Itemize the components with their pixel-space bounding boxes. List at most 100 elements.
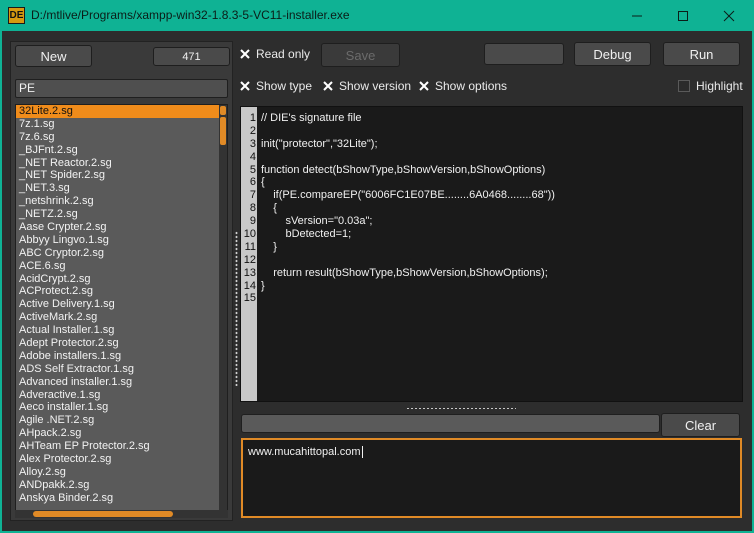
result-field <box>241 414 660 433</box>
list-item[interactable]: ABC Cryptor.2.sg <box>16 247 227 260</box>
client-area: New 471 PE 32Lite.2.sg 7z.1.sg 7z.6.sg _BJF… <box>2 31 752 531</box>
minimize-button[interactable] <box>614 0 660 31</box>
list-item[interactable]: AHpack.2.sg <box>16 427 227 440</box>
run-button[interactable]: Run <box>663 42 740 66</box>
title-bar: DE D:/mtlive/Programs/xampp-win32-1.8.3-… <box>0 0 754 31</box>
blank-button[interactable] <box>484 43 564 65</box>
code-line: bDetected=1; <box>261 228 352 241</box>
minimize-icon <box>632 15 642 16</box>
show-version-checkbox[interactable]: Show version <box>322 79 411 93</box>
line-number: 11 <box>244 240 256 253</box>
list-item[interactable]: _BJFnt.2.sg <box>16 144 227 157</box>
line-number: 7 <box>249 189 256 202</box>
checked-icon <box>418 80 430 92</box>
list-item[interactable]: ADS Self Extractor.1.sg <box>16 363 227 376</box>
close-icon <box>723 10 735 21</box>
list-item[interactable]: Adveractive.1.sg <box>16 389 227 402</box>
line-number-gutter: 1 2 3 4 5 6 7 8 9 10 11 12 13 14 15 <box>241 107 257 401</box>
list-item[interactable]: Abbyy Lingvo.1.sg <box>16 234 227 247</box>
save-button[interactable]: Save <box>321 43 400 67</box>
line-number: 9 <box>249 215 256 228</box>
hscrollbar-thumb[interactable] <box>33 511 173 517</box>
list-item[interactable]: 7z.1.sg <box>16 118 227 131</box>
show-type-label: Show type <box>256 79 313 93</box>
code-line: { <box>261 176 265 189</box>
filter-input[interactable]: PE <box>15 79 228 98</box>
list-item[interactable]: Anskya Binder.2.sg <box>16 492 227 505</box>
code-line: } <box>261 240 277 253</box>
maximize-button[interactable] <box>660 0 706 31</box>
show-version-label: Show version <box>339 79 412 93</box>
list-item[interactable]: _netshrink.2.sg <box>16 195 227 208</box>
list-item[interactable]: Adobe installers.1.sg <box>16 350 227 363</box>
code-line: // DIE's signature file <box>261 112 362 124</box>
checked-icon <box>239 80 251 92</box>
list-item[interactable]: 7z.6.sg <box>16 131 227 144</box>
vertical-splitter-handle[interactable] <box>235 231 238 386</box>
close-button[interactable] <box>706 0 752 31</box>
list-item[interactable]: ACE.6.sg <box>16 260 227 273</box>
list-item[interactable]: _NET Reactor.2.sg <box>16 157 227 170</box>
scroll-up-arrow[interactable] <box>220 106 226 115</box>
debug-button[interactable]: Debug <box>574 42 651 66</box>
list-item[interactable]: Alex Protector.2.sg <box>16 453 227 466</box>
code-line: { <box>261 202 277 215</box>
line-number: 4 <box>249 150 256 163</box>
window-title: D:/mtlive/Programs/xampp-win32-1.8.3-5-V… <box>31 8 350 22</box>
list-item[interactable]: ActiveMark.2.sg <box>16 311 227 324</box>
line-number: 8 <box>249 202 256 215</box>
list-item[interactable]: Aeco installer.1.sg <box>16 401 227 414</box>
list-item[interactable]: Active Delivery.1.sg <box>16 298 227 311</box>
list-item[interactable]: Adept Protector.2.sg <box>16 337 227 350</box>
list-item[interactable]: Aase Crypter.2.sg <box>16 221 227 234</box>
line-number: 1 <box>249 112 256 124</box>
log-text: www.mucahittopal.com <box>248 446 361 458</box>
list-item[interactable]: Agile .NET.2.sg <box>16 414 227 427</box>
code-line: init("protector","32Lite"); <box>261 137 378 150</box>
scrollbar-thumb[interactable] <box>220 117 226 145</box>
highlight-checkbox[interactable]: Highlight <box>678 79 743 93</box>
line-number: 15 <box>243 292 256 305</box>
script-editor[interactable]: 1 2 3 4 5 6 7 8 9 10 11 12 13 14 15 // DIE's signature… <box>240 106 743 402</box>
signature-panel: New 471 PE 32Lite.2.sg 7z.1.sg 7z.6.sg _BJF… <box>10 41 233 521</box>
code-line: if(PE.compareEP("6006FC1E07BE........6A0… <box>261 189 555 202</box>
list-item[interactable]: _NET.3.sg <box>16 182 227 195</box>
list-item[interactable]: Advanced installer.1.sg <box>16 376 227 389</box>
code-area[interactable]: // DIE's signature file init("protector",… <box>261 112 555 305</box>
read-only-label: Read only <box>256 47 311 61</box>
line-number: 5 <box>249 163 256 176</box>
list-item[interactable]: _NETZ.2.sg <box>16 208 227 221</box>
list-item[interactable]: Actual Installer.1.sg <box>16 324 227 337</box>
text-cursor <box>361 446 363 459</box>
line-number: 14 <box>243 279 256 292</box>
list-horizontal-scrollbar[interactable] <box>15 510 228 518</box>
new-button[interactable]: New <box>15 45 92 67</box>
list-item[interactable]: ANDpakk.2.sg <box>16 479 227 492</box>
clear-button[interactable]: Clear <box>661 413 740 437</box>
unchecked-box-icon <box>678 80 690 92</box>
list-item[interactable]: AHTeam EP Protector.2.sg <box>16 440 227 453</box>
line-number: 12 <box>243 253 256 266</box>
maximize-icon <box>678 10 688 21</box>
list-item[interactable]: _NET Spider.2.sg <box>16 169 227 182</box>
code-line: sVersion="0.03a"; <box>261 215 373 228</box>
checked-icon <box>239 48 251 60</box>
list-item[interactable]: Alloy.2.sg <box>16 466 227 479</box>
read-only-checkbox[interactable]: Read only <box>239 47 310 61</box>
list-item[interactable]: AcidCrypt.2.sg <box>16 273 227 286</box>
code-line: return result(bShowType,bShowVersion,bSh… <box>261 266 548 279</box>
signature-count: 471 <box>153 47 230 66</box>
list-item[interactable]: 32Lite.2.sg <box>16 105 227 118</box>
list-item[interactable]: ACProtect.2.sg <box>16 285 227 298</box>
log-output[interactable]: www.mucahittopal.com <box>241 438 742 518</box>
code-line: } <box>261 279 265 292</box>
show-options-checkbox[interactable]: Show options <box>418 79 507 93</box>
code-line: function detect(bShowType,bShowVersion,b… <box>261 163 546 176</box>
signature-list[interactable]: 32Lite.2.sg 7z.1.sg 7z.6.sg _BJFnt.2.sg _NET… <box>15 104 228 517</box>
horizontal-splitter-handle[interactable] <box>406 407 516 410</box>
list-vertical-scrollbar[interactable] <box>219 105 227 516</box>
highlight-label: Highlight <box>696 79 743 93</box>
show-type-checkbox[interactable]: Show type <box>239 79 312 93</box>
